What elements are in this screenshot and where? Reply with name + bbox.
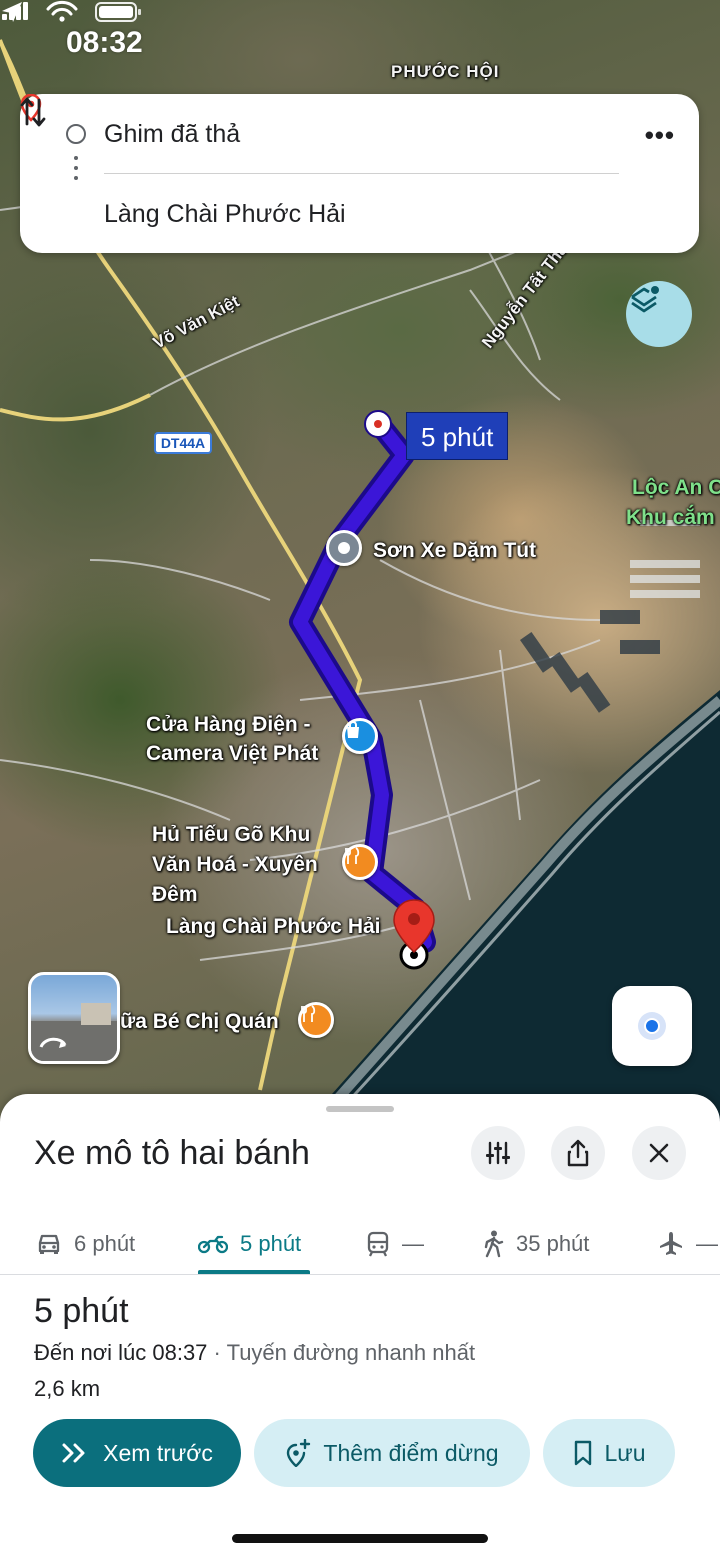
origin-field[interactable]: Ghim đã thả [104,120,240,149]
directions-sheet: Xe mô tô hai bánh 6 phút 5 phút — 35 phú… [0,1094,720,1557]
route-note: Tuyến đường nhanh nhất [226,1340,476,1365]
share-icon [567,1139,589,1167]
poi-label-be-chi-quan[interactable]: ữa Bé Chị Quán [120,1007,279,1036]
route-card: Ghim đã thả Làng Chài Phước Hải ••• [20,94,699,253]
road-badge-dt44a: DT44A [154,432,212,454]
wifi-icon [46,0,78,16]
home-indicator[interactable] [232,1534,488,1543]
tab-walk-label: 35 phút [516,1231,590,1256]
add-location-icon [287,1439,311,1467]
walk-icon [484,1230,504,1258]
layers-button[interactable] [626,281,692,347]
arrival-info: Đến nơi lúc 08:37 · Tuyến đường nhanh nh… [34,1340,475,1366]
poi-label-son-xe[interactable]: Sơn Xe Dặm Tút [373,536,536,565]
bookmark-icon [574,1440,591,1466]
map-label-loc-an[interactable]: Lộc An C [632,474,720,501]
origin-circle-icon [66,124,86,144]
street-view-icon [31,1003,117,1061]
poi-label-cua-hang-2[interactable]: Camera Việt Phát [146,739,318,768]
close-icon [649,1143,669,1163]
route-dots-icon [74,156,78,186]
tab-transit[interactable]: — [366,1214,424,1274]
shopping-bag-icon[interactable] [342,718,378,754]
route-divider [104,173,619,174]
preview-button-label: Xem trước [103,1439,213,1466]
my-location-button[interactable] [612,986,692,1066]
map-label-khu-cam[interactable]: Khu cắm [626,504,715,531]
save-button[interactable]: Lưu [543,1419,675,1487]
destination-field[interactable]: Làng Chài Phước Hải [104,200,346,229]
tab-car-label: 6 phút [74,1231,136,1256]
poi-marker-son-xe[interactable] [326,530,362,566]
route-options-button[interactable] [471,1126,525,1180]
transit-icon [367,1231,389,1257]
sheet-drag-handle[interactable] [326,1106,394,1112]
tab-motorbike[interactable]: 5 phút [198,1214,301,1274]
tune-icon [486,1141,510,1165]
restaurant-icon[interactable] [342,844,378,880]
sheet-title: Xe mô tô hai bánh [34,1134,310,1172]
arrival-time: Đến nơi lúc 08:37 [34,1340,208,1365]
flight-icon [660,1232,682,1255]
preview-button[interactable]: Xem trước [33,1419,241,1487]
arrival-separator: · [207,1340,227,1365]
tab-flight[interactable]: — [658,1214,718,1274]
route-eta-bubble[interactable]: 5 phút [406,412,509,460]
more-options-button[interactable]: ••• [645,120,675,151]
route-distance: 2,6 km [34,1376,101,1401]
my-location-icon [638,1012,666,1040]
add-stop-button-label: Thêm điểm dừng [323,1439,499,1466]
street-view-thumbnail[interactable] [28,972,120,1064]
map-label-phuoc-hoi: PHƯỚC HỘI [391,62,500,81]
car-icon [38,1234,60,1254]
tab-transit-label: — [402,1231,424,1256]
status-icons [2,0,141,22]
restaurant-icon-2[interactable] [298,1002,334,1038]
tab-motorbike-label: 5 phút [240,1231,302,1256]
poi-label-cua-hang-1[interactable]: Cửa Hàng Điện - [146,710,311,739]
tab-walk[interactable]: 35 phút [482,1214,589,1274]
double-chevron-icon [62,1443,85,1463]
route-duration: 5 phút [34,1292,129,1330]
motorbike-icon [198,1235,228,1254]
tab-car[interactable]: 6 phút [36,1214,135,1274]
tabs-divider [0,1274,720,1275]
add-stop-button[interactable]: Thêm điểm dừng [254,1419,530,1487]
share-button[interactable] [551,1126,605,1180]
poi-label-hu-tieu-1[interactable]: Hủ Tiếu Gõ Khu [152,820,310,849]
close-button[interactable] [632,1126,686,1180]
destination-label[interactable]: Làng Chài Phước Hải [166,912,381,941]
save-button-label: Lưu [604,1439,646,1466]
poi-label-hu-tieu-2[interactable]: Văn Hoá - Xuyên [152,850,318,879]
poi-label-hu-tieu-3[interactable]: Đêm [152,880,198,909]
layers-icon [631,286,659,313]
tab-flight-label: — [696,1231,718,1256]
swap-icon[interactable] [20,94,46,130]
status-time: 08:32 [66,26,143,59]
signal-icon [2,2,28,20]
travel-mode-tabs: 6 phút 5 phút — 35 phút — [0,1214,720,1274]
map-view[interactable]: PHƯỚC HỘI Võ Văn Kiệt Nguyễn Tất Thà DT4… [0,0,720,1130]
